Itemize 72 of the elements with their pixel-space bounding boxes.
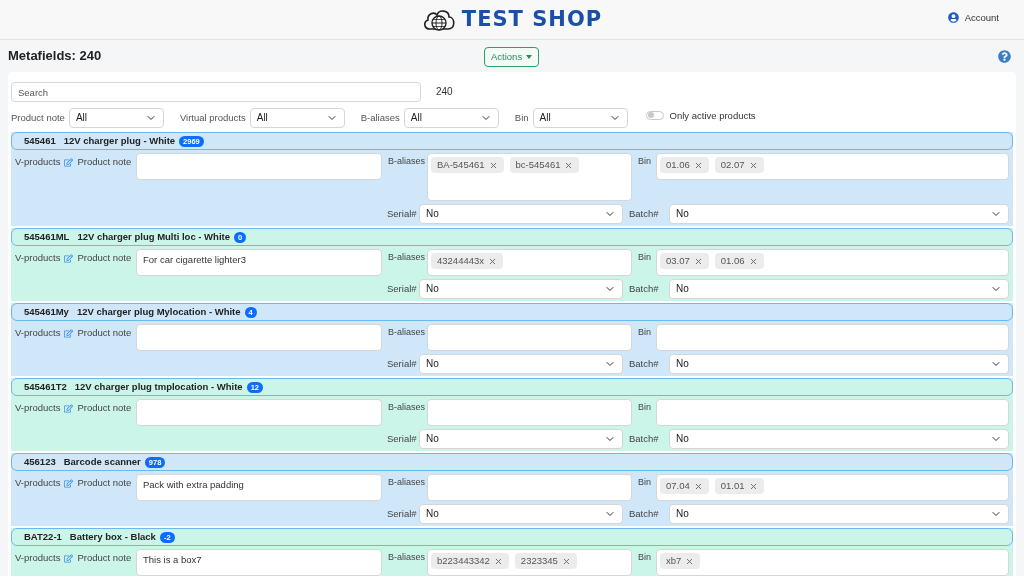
remove-icon[interactable] [748, 160, 758, 170]
tag-input[interactable]: b223443342 2323345 [427, 549, 632, 576]
help-icon[interactable] [998, 49, 1011, 63]
search-field[interactable]: Search [11, 82, 421, 102]
serial-select[interactable]: No [419, 354, 623, 374]
tag-chip: 02.07 [714, 157, 764, 173]
remove-icon[interactable] [693, 256, 703, 266]
tag-input[interactable]: xb7 [656, 549, 1009, 576]
caret-icon [526, 55, 533, 59]
tag-chip: 43244443x [431, 253, 504, 269]
edit-icon[interactable] [64, 478, 74, 488]
tag-chip: xb7 [660, 553, 701, 569]
toggle-switch[interactable] [645, 111, 664, 120]
tag-input[interactable]: 03.07 01.06 [656, 249, 1009, 276]
page-title: Metafields: 240 [8, 48, 102, 64]
remove-icon[interactable] [493, 556, 503, 566]
tag-input[interactable]: 01.06 02.07 [656, 153, 1009, 180]
tag-input[interactable] [656, 324, 1009, 351]
user-icon [947, 12, 959, 24]
tag-chip: 07.04 [660, 478, 709, 494]
tag-chip: 2323345 [514, 553, 577, 569]
tag-input[interactable]: 43244443x [427, 249, 632, 276]
batch-select[interactable]: No [669, 504, 1009, 524]
serial-select[interactable]: No [419, 429, 623, 449]
tag-chip: 01.01 [714, 478, 764, 494]
edit-icon[interactable] [64, 157, 74, 167]
tag-input[interactable] [427, 324, 632, 351]
tag-input[interactable]: 07.04 01.01 [656, 474, 1009, 501]
filter-select[interactable]: All [68, 108, 164, 128]
remove-icon[interactable] [748, 256, 758, 266]
serial-select[interactable]: No [419, 279, 623, 299]
note-textarea[interactable]: This is a box7 [136, 549, 382, 576]
brand-name: TEST SHOP [461, 6, 603, 33]
edit-icon[interactable] [64, 253, 74, 263]
tag-chip: 01.06 [714, 253, 764, 269]
filter-select[interactable]: All [249, 108, 345, 128]
remove-icon[interactable] [748, 481, 758, 491]
result-count: 240 [436, 86, 453, 98]
remove-icon[interactable] [693, 160, 703, 170]
tag-input[interactable] [656, 399, 1009, 426]
actions-button[interactable]: Actions [484, 47, 540, 67]
tag-chip: 01.06 [660, 157, 709, 173]
edit-icon[interactable] [64, 328, 74, 338]
serial-select[interactable]: No [419, 204, 623, 224]
tag-chip: BA-545461 [431, 157, 504, 173]
tag-input[interactable] [427, 474, 632, 501]
note-textarea[interactable]: For car cigarette lighter3 [136, 249, 382, 276]
remove-icon[interactable] [693, 481, 703, 491]
batch-select[interactable]: No [669, 204, 1009, 224]
note-textarea[interactable] [136, 153, 382, 180]
remove-icon[interactable] [564, 160, 574, 170]
remove-icon[interactable] [488, 256, 498, 266]
serial-select[interactable]: No [419, 504, 623, 524]
tag-chip: b223443342 [431, 553, 509, 569]
tag-chip: bc-545461 [509, 157, 580, 173]
remove-icon[interactable] [685, 556, 695, 566]
filter-select[interactable]: All [532, 108, 628, 128]
note-textarea[interactable]: Pack with extra padding [136, 474, 382, 501]
batch-select[interactable]: No [669, 354, 1009, 374]
tag-input[interactable]: BA-545461 bc-545461 [427, 153, 632, 201]
batch-select[interactable]: No [669, 279, 1009, 299]
tag-chip: 03.07 [660, 253, 709, 269]
remove-icon[interactable] [488, 160, 498, 170]
account-link[interactable]: Account [947, 12, 999, 24]
note-textarea[interactable] [136, 399, 382, 426]
batch-select[interactable]: No [669, 429, 1009, 449]
note-textarea[interactable] [136, 324, 382, 351]
tag-input[interactable] [427, 399, 632, 426]
edit-icon[interactable] [64, 553, 74, 563]
filter-select[interactable]: All [403, 108, 499, 128]
edit-icon[interactable] [64, 403, 74, 413]
remove-icon[interactable] [561, 556, 571, 566]
